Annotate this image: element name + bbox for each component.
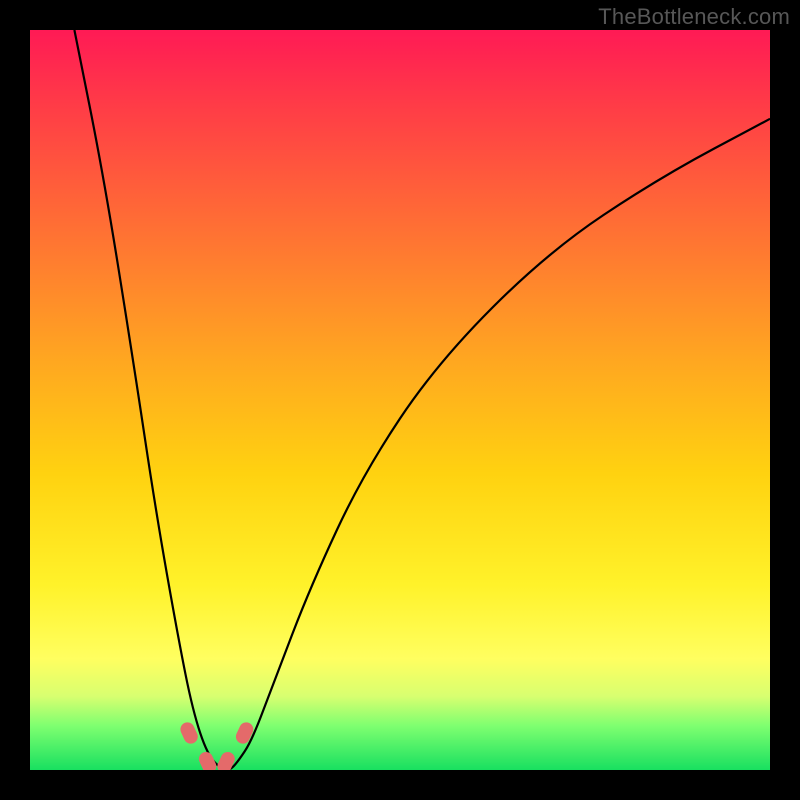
chart-plot-area [30,30,770,770]
curve-marker [197,750,219,770]
bottleneck-curve [30,30,770,770]
curve-path [74,30,770,770]
curve-marker [234,720,256,746]
watermark-text: TheBottleneck.com [598,4,790,30]
